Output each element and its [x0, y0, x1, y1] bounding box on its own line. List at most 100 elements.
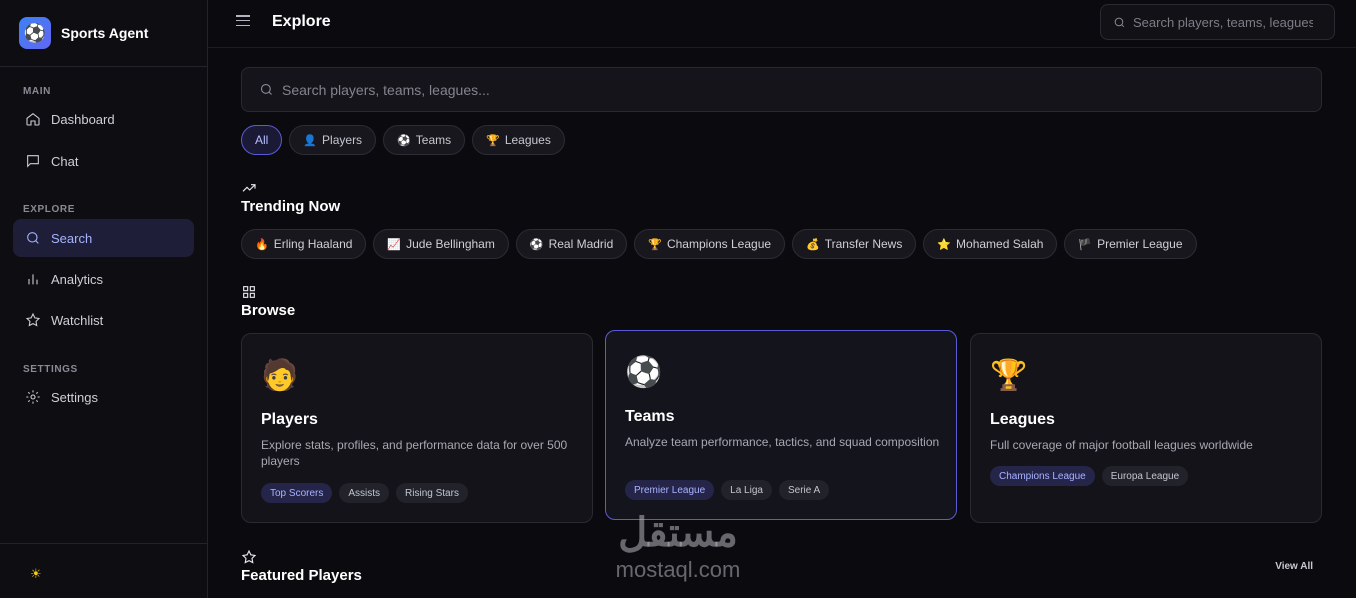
sidebar-footer: ☀: [0, 543, 207, 598]
card-title: Teams: [625, 408, 675, 425]
trending-item[interactable]: 📈 Jude Bellingham: [373, 229, 509, 259]
topbar: Explore: [208, 0, 1356, 48]
sidebar-item-label: Watchlist: [51, 312, 104, 328]
soccer-ball-icon: ⚽: [529, 238, 544, 251]
sidebar-item-analytics[interactable]: Analytics: [13, 260, 194, 298]
page-title: Explore: [272, 13, 331, 30]
trending-label: Transfer News: [824, 237, 903, 251]
card-description: Full coverage of major football leagues …: [990, 438, 1253, 452]
soccer-ball-icon: ⚽: [397, 134, 411, 147]
tag[interactable]: Top Scorers: [261, 483, 333, 503]
filter-chips: All 👤 Players ⚽ Teams 🏆 Leagues: [241, 125, 565, 155]
filter-label: All: [255, 133, 269, 147]
tag[interactable]: Serie A: [778, 480, 830, 500]
browse-card-teams[interactable]: ⚽ Teams Analyze team performance, tactic…: [605, 330, 957, 520]
tag[interactable]: Assists: [339, 483, 390, 503]
trending-label: Champions League: [666, 237, 772, 251]
flag-icon: 🏴: [1078, 238, 1093, 251]
tag[interactable]: La Liga: [721, 480, 772, 500]
person-icon: 👤: [303, 134, 318, 147]
person-icon: 🧑: [261, 359, 299, 392]
sun-theme-toggle-icon[interactable]: ☀: [30, 566, 42, 582]
sidebar-item-chat[interactable]: Chat: [13, 142, 194, 180]
chart-up-icon: 📈: [387, 238, 402, 251]
trending-item[interactable]: 🏆 Champions League: [634, 229, 786, 259]
hamburger-menu-icon[interactable]: [236, 15, 250, 29]
trending-item[interactable]: 🔥 Erling Haaland: [241, 229, 367, 259]
nav-section-main: MAIN: [23, 86, 51, 97]
header-search[interactable]: [1100, 4, 1335, 40]
trending-item[interactable]: ⭐ Mohamed Salah: [923, 229, 1058, 259]
sidebar: ⚽ Sports Agent MAIN Dashboard Chat EXPLO…: [0, 0, 208, 598]
trending-list: 🔥 Erling Haaland 📈 Jude Bellingham ⚽ Real M…: [241, 229, 1197, 259]
trophy-icon: 🏆: [990, 359, 1028, 392]
browse-card-leagues[interactable]: 🏆 Leagues Full coverage of major footbal…: [970, 333, 1322, 523]
sidebar-item-label: Dashboard: [51, 111, 115, 127]
sidebar-item-settings[interactable]: Settings: [13, 378, 194, 416]
trending-title: Trending Now: [241, 198, 341, 215]
card-tags: Champions League Europa League: [990, 466, 1189, 486]
watermark-arabic: مستقل: [618, 511, 738, 555]
trending-label: Jude Bellingham: [406, 237, 495, 251]
sidebar-item-dashboard[interactable]: Dashboard: [13, 100, 194, 138]
search-icon: [25, 230, 41, 246]
sidebar-item-label: Settings: [51, 389, 98, 405]
tag[interactable]: Rising Stars: [396, 483, 468, 503]
sidebar-item-search[interactable]: Search: [13, 219, 194, 257]
card-description: Explore stats, profiles, and performance…: [261, 438, 568, 468]
card-tags: Top Scorers Assists Rising Stars: [261, 483, 468, 503]
watermark: مستقل mostaql.com: [598, 508, 758, 582]
trophy-icon: 🏆: [648, 238, 662, 251]
tag[interactable]: Champions League: [990, 466, 1095, 486]
card-title: Players: [261, 411, 318, 428]
search-icon: [260, 83, 272, 95]
view-all-link[interactable]: View All: [1275, 561, 1313, 572]
card-description: Analyze team performance, tactics, and s…: [625, 435, 940, 449]
chat-icon: [25, 153, 41, 169]
search-icon: [1114, 17, 1125, 27]
star-icon: [241, 549, 257, 565]
browse-card-players[interactable]: 🧑 Players Explore stats, profiles, and p…: [241, 333, 593, 523]
card-tags: Premier League La Liga Serie A: [625, 480, 830, 500]
browse-title: Browse: [241, 302, 296, 319]
trophy-icon: 🏆: [486, 134, 500, 147]
filter-label: Teams: [415, 133, 452, 147]
soccer-ball-icon: ⚽: [625, 356, 663, 389]
sidebar-item-watchlist[interactable]: Watchlist: [13, 301, 194, 339]
sidebar-item-label: Search: [51, 230, 93, 246]
trending-label: Real Madrid: [548, 237, 614, 251]
trending-item[interactable]: 💰 Transfer News: [792, 229, 917, 259]
soccer-ball-logo-icon: ⚽: [19, 17, 51, 49]
money-bag-icon: 💰: [806, 238, 820, 251]
brand[interactable]: ⚽ Sports Agent: [0, 0, 207, 67]
home-icon: [25, 111, 41, 127]
sidebar-item-label: Chat: [51, 153, 79, 169]
nav-section-explore: EXPLORE: [23, 204, 75, 215]
grid-icon: [241, 284, 257, 300]
tag[interactable]: Europa League: [1101, 466, 1189, 486]
bar-chart-icon: [25, 271, 41, 287]
star-icon: ⭐: [937, 238, 952, 251]
star-icon: [25, 312, 41, 328]
filter-teams[interactable]: ⚽ Teams: [383, 125, 466, 155]
filter-all[interactable]: All: [241, 125, 283, 155]
trending-label: Mohamed Salah: [956, 237, 1044, 251]
filter-players[interactable]: 👤 Players: [289, 125, 377, 155]
trending-item[interactable]: ⚽ Real Madrid: [515, 229, 628, 259]
sidebar-item-label: Analytics: [51, 271, 104, 287]
trending-label: Premier League: [1097, 237, 1183, 251]
app-name: Sports Agent: [61, 25, 149, 41]
tag[interactable]: Premier League: [625, 480, 715, 500]
trending-item[interactable]: 🏴 Premier League: [1064, 229, 1197, 259]
filter-label: Players: [322, 133, 363, 147]
trending-up-icon: [241, 180, 257, 196]
filter-leagues[interactable]: 🏆 Leagues: [472, 125, 565, 155]
nav-section-settings: SETTINGS: [23, 364, 78, 375]
main-search-input[interactable]: [282, 81, 1182, 98]
header-search-input[interactable]: [1133, 14, 1313, 30]
watermark-latin: mostaql.com: [615, 557, 741, 582]
gear-icon: [25, 389, 41, 405]
main-search[interactable]: [241, 67, 1322, 112]
featured-title: Featured Players: [241, 567, 362, 584]
trending-label: Erling Haaland: [273, 237, 353, 251]
